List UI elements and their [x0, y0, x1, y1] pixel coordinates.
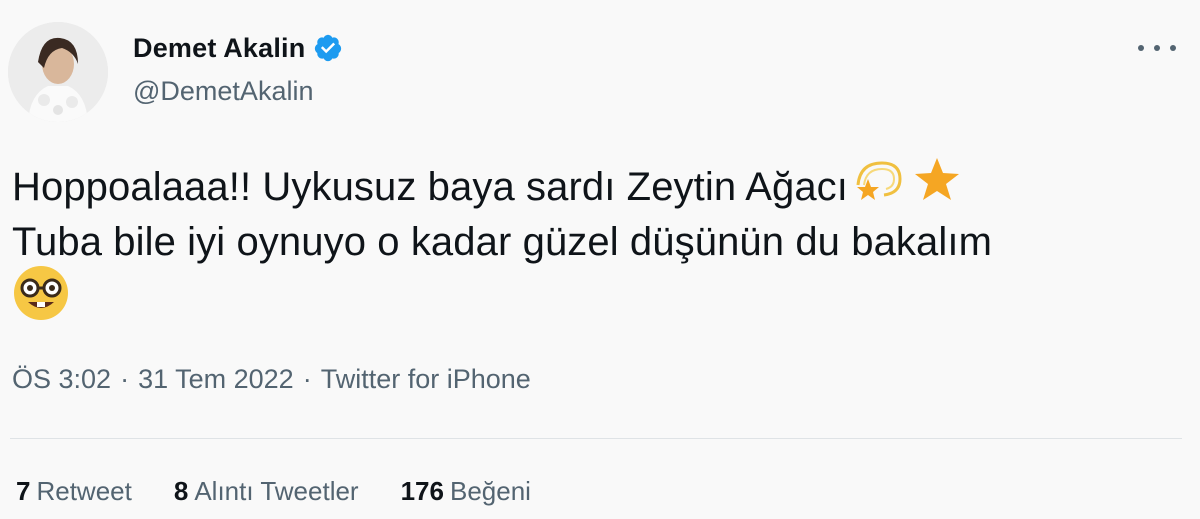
verified-badge-icon: [313, 33, 343, 63]
quotes-count: 8: [173, 476, 189, 506]
tweet-time[interactable]: ÖS 3:02: [12, 364, 111, 395]
display-name[interactable]: Demet Akalin: [133, 33, 305, 64]
tweet-text-line-2: Tuba bile iyi oynuyo o kadar güzel düşün…: [12, 220, 992, 264]
tweet-card: Demet Akalin @DemetAkalin Hoppoalaaa!! U…: [0, 0, 1200, 519]
likes-count: 176: [400, 476, 444, 506]
more-options-icon[interactable]: [1138, 36, 1176, 60]
likes-stat[interactable]: 176 Beğeni: [401, 476, 531, 507]
star-emoji-icon: [912, 155, 962, 220]
tweet-meta: ÖS 3:02 · 31 Tem 2022 · Twitter for iPho…: [12, 364, 531, 395]
retweets-count: 7: [16, 476, 31, 506]
nerd-face-emoji-icon: [12, 264, 70, 337]
divider: [10, 438, 1182, 439]
retweets-label: Retweet: [36, 476, 132, 506]
tweet-source[interactable]: Twitter for iPhone: [321, 364, 531, 395]
tweet-text-line-1: Hoppoalaaa!! Uykusuz baya sardı Zeytin A…: [12, 165, 848, 209]
likes-label: Beğeni: [449, 476, 531, 506]
meta-separator: ·: [302, 364, 312, 394]
avatar[interactable]: [8, 22, 108, 122]
quote-tweets-stat[interactable]: 8 Alıntı Tweetler: [174, 476, 359, 507]
author-handle[interactable]: @DemetAkalin: [133, 76, 313, 107]
dizzy-emoji-icon: [852, 155, 906, 220]
retweets-stat[interactable]: 7 Retweet: [16, 476, 132, 507]
author-name-row: Demet Akalin: [133, 30, 343, 66]
tweet-text: Hoppoalaaa!! Uykusuz baya sardı Zeytin A…: [12, 158, 1172, 330]
meta-separator: ·: [120, 364, 130, 394]
quotes-label: Alıntı Tweetler: [194, 476, 359, 506]
tweet-stats: 7 Retweet 8 Alıntı Tweetler 176 Beğeni: [16, 476, 573, 507]
tweet-date[interactable]: 31 Tem 2022: [138, 364, 294, 395]
